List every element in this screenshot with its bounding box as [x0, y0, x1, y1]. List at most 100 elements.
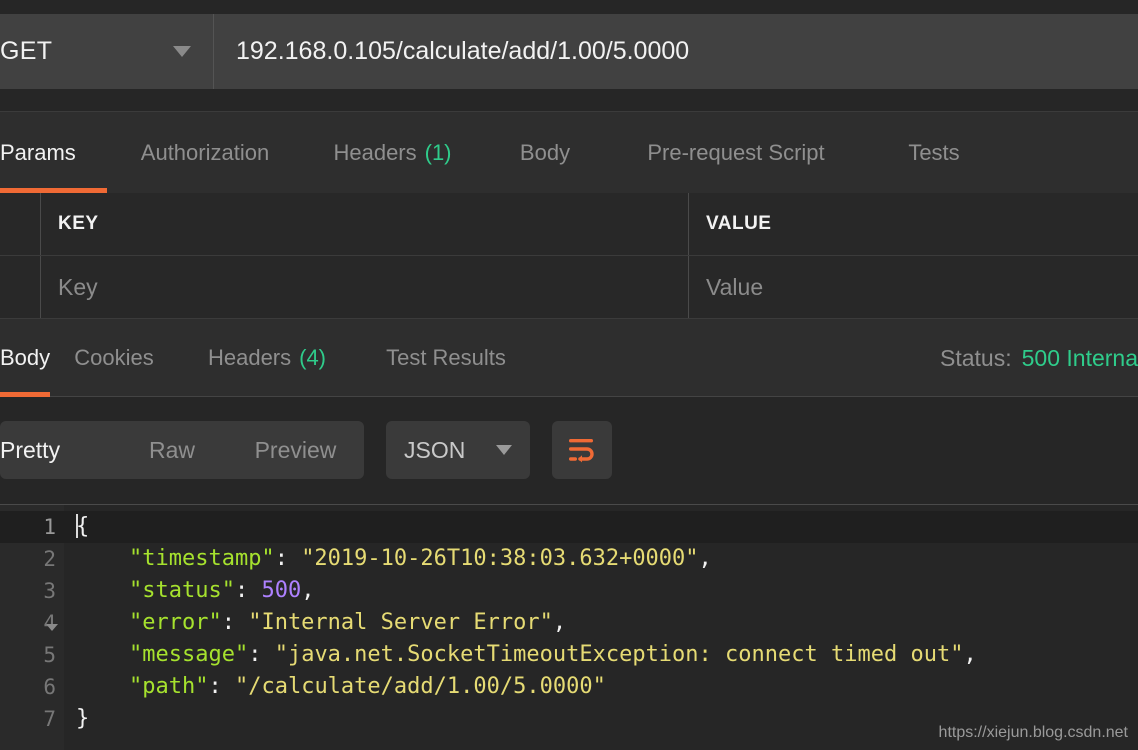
- column-header-key-label: KEY: [58, 213, 99, 234]
- line-number: 1: [0, 511, 64, 631]
- response-tab-body-label: Body: [0, 344, 51, 370]
- response-tab-headers-label: Headers: [207, 344, 292, 370]
- view-mode-preview-label: Preview: [254, 436, 337, 463]
- response-tab-cookies-label: Cookies: [74, 344, 154, 370]
- code-token-punc: ,: [552, 610, 567, 635]
- http-method-select[interactable]: GET: [0, 14, 214, 89]
- request-url-bar: GET 192.168.0.105/calculate/add/1.00/5.0…: [0, 14, 1138, 89]
- code-line: "error": "Internal Server Error",: [64, 607, 1138, 639]
- param-value-placeholder: Value: [706, 273, 764, 300]
- code-token-str: "/calculate/add/1.00/5.0000": [234, 674, 606, 699]
- row-checkbox[interactable]: [0, 256, 41, 318]
- code-token-punc: [76, 642, 129, 667]
- tab-tests-label: Tests: [908, 139, 960, 165]
- code-token-punc: :: [248, 642, 275, 667]
- view-mode-group: Pretty Raw Preview: [0, 421, 364, 479]
- column-header-key: KEY: [41, 193, 689, 255]
- url-input[interactable]: 192.168.0.105/calculate/add/1.00/5.0000: [214, 14, 1138, 89]
- view-mode-pretty-label: Pretty: [0, 436, 61, 463]
- response-tab-bar: Body Cookies Headers (4) Test Results St…: [0, 319, 1138, 397]
- response-tab-headers-count: (4): [299, 344, 327, 370]
- url-bar-divider: [0, 89, 1138, 112]
- code-token-punc: {: [76, 514, 90, 539]
- code-token-key: "status": [128, 578, 235, 603]
- status-value: 500 Interna: [1021, 344, 1138, 371]
- response-format-select[interactable]: JSON: [386, 421, 530, 479]
- chevron-down-icon[interactable]: [46, 505, 58, 750]
- tab-tests[interactable]: Tests: [864, 112, 1004, 193]
- chevron-down-icon: [496, 445, 512, 455]
- code-line: "timestamp": "2019-10-26T10:38:03.632+00…: [64, 543, 1138, 575]
- params-table: KEY VALUE Key Value: [0, 193, 1138, 319]
- response-tab-cookies[interactable]: Cookies: [50, 319, 178, 397]
- response-body-toolbar: Pretty Raw Preview JSON: [0, 397, 1138, 504]
- tab-pre-request-script-label: Pre-request Script: [647, 139, 825, 165]
- code-line: "path": "/calculate/add/1.00/5.0000": [64, 671, 1138, 703]
- code-token-punc: ,: [698, 546, 712, 571]
- response-tab-body-underline: [0, 391, 50, 397]
- tab-headers-label: Headers: [333, 139, 417, 165]
- response-format-label: JSON: [404, 436, 466, 463]
- code-token-punc: ,: [301, 578, 315, 603]
- response-tab-test-results[interactable]: Test Results: [356, 319, 536, 397]
- top-strip: [0, 0, 1138, 14]
- response-tab-body[interactable]: Body: [0, 319, 50, 397]
- code-token-punc: }: [76, 706, 90, 731]
- code-token-punc: :: [208, 674, 235, 699]
- tab-body[interactable]: Body: [482, 112, 608, 193]
- view-mode-raw[interactable]: Raw: [117, 421, 227, 479]
- tab-body-label: Body: [519, 139, 571, 165]
- view-mode-pretty[interactable]: Pretty: [0, 421, 117, 479]
- code-line: "status": 500,: [64, 575, 1138, 607]
- response-tab-test-results-label: Test Results: [386, 344, 506, 370]
- param-value-input[interactable]: Value: [689, 256, 1138, 318]
- word-wrap-button[interactable]: [552, 421, 612, 479]
- tab-authorization[interactable]: Authorization: [107, 112, 303, 193]
- status-label: Status:: [940, 344, 1012, 371]
- code-token-str: "Internal Server Error": [248, 610, 553, 635]
- code-token-punc: ,: [963, 642, 977, 667]
- postman-window: GET 192.168.0.105/calculate/add/1.00/5.0…: [0, 0, 1138, 750]
- code-token-str: "2019-10-26T10:38:03.632+0000": [301, 546, 699, 571]
- view-mode-raw-label: Raw: [148, 436, 195, 463]
- response-tab-headers[interactable]: Headers (4): [178, 319, 356, 397]
- tab-headers-count: (1): [424, 139, 452, 165]
- code-token-punc: [76, 674, 129, 699]
- tab-authorization-label: Authorization: [140, 139, 270, 165]
- view-mode-preview[interactable]: Preview: [227, 421, 364, 479]
- tab-pre-request-script[interactable]: Pre-request Script: [608, 112, 864, 193]
- params-header-row: KEY VALUE: [0, 193, 1138, 256]
- code-token-key: "timestamp": [128, 546, 275, 571]
- tab-params-label: Params: [0, 139, 76, 165]
- param-key-placeholder: Key: [58, 273, 98, 300]
- line-number-gutter: 1 2 3 4 5 6 7: [0, 505, 64, 750]
- row-checkbox-cell: [0, 193, 41, 255]
- word-wrap-icon: [569, 439, 594, 463]
- tab-params[interactable]: Params: [0, 112, 107, 193]
- json-code[interactable]: { "timestamp": "2019-10-26T10:38:03.632+…: [64, 505, 1138, 750]
- code-token-key: "error": [128, 610, 222, 635]
- code-token-str: "java.net.SocketTimeoutException: connec…: [274, 642, 964, 667]
- param-key-input[interactable]: Key: [41, 256, 689, 318]
- http-method-label: GET: [0, 37, 53, 65]
- column-header-value: VALUE: [689, 193, 1138, 255]
- code-token-num: 500: [261, 578, 302, 603]
- code-token-key: "message": [128, 642, 249, 667]
- code-line: {: [64, 511, 1138, 543]
- code-line: "message": "java.net.SocketTimeoutExcept…: [64, 639, 1138, 671]
- request-tab-bar: Params Authorization Headers (1) Body Pr…: [0, 112, 1138, 193]
- tab-headers[interactable]: Headers (1): [303, 112, 482, 193]
- code-token-punc: [76, 546, 129, 571]
- status-badge: Status: 500 Interna: [940, 319, 1138, 397]
- code-token-punc: :: [234, 578, 262, 603]
- column-header-value-label: VALUE: [706, 213, 772, 234]
- params-empty-row[interactable]: Key Value: [0, 256, 1138, 319]
- code-token-punc: :: [274, 546, 302, 571]
- watermark: https://xiejun.blog.csdn.net: [938, 724, 1128, 741]
- code-token-punc: [76, 610, 129, 635]
- chevron-down-icon: [173, 46, 191, 57]
- code-token-punc: :: [221, 610, 249, 635]
- code-token-key: "path": [128, 674, 209, 699]
- response-body-viewer[interactable]: 1 2 3 4 5 6 7 { "timestamp": "2019-10-26…: [0, 504, 1138, 750]
- code-token-punc: [76, 578, 129, 603]
